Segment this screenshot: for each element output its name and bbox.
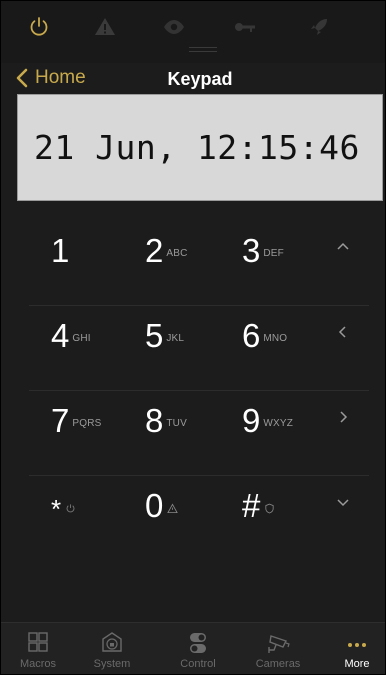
key-7[interactable]: 7 PQRS bbox=[51, 391, 102, 437]
drag-handle[interactable] bbox=[189, 47, 217, 52]
key-6[interactable]: 6 MNO bbox=[242, 306, 287, 352]
warning-icon bbox=[167, 503, 179, 514]
key-star[interactable]: * bbox=[51, 476, 76, 522]
chevron-up-icon[interactable] bbox=[331, 235, 355, 259]
tab-control[interactable]: Control bbox=[167, 623, 229, 674]
chevron-down-icon[interactable] bbox=[331, 490, 355, 514]
power-icon[interactable] bbox=[27, 15, 51, 39]
key-5[interactable]: 5 JKL bbox=[145, 306, 184, 352]
grid-icon bbox=[28, 632, 48, 652]
keypad: 1 2 ABC 3 DEF 4 GHI 5 JKL 6 MNO 7 PQRS 8 TUV 9W… bbox=[29, 221, 369, 560]
key-2[interactable]: 2 ABC bbox=[145, 221, 188, 267]
keypad-row: 7 PQRS 8 TUV 9 WXYZ bbox=[29, 391, 369, 476]
keypad-row: * 0 # bbox=[29, 476, 369, 560]
rocket-icon[interactable] bbox=[307, 15, 331, 39]
camera-icon bbox=[268, 635, 290, 653]
tab-system[interactable]: System bbox=[81, 623, 143, 674]
key-4[interactable]: 4 GHI bbox=[51, 306, 91, 352]
toggle-icon bbox=[190, 633, 206, 653]
key-8[interactable]: 8 TUV bbox=[145, 391, 187, 437]
eye-icon[interactable] bbox=[162, 15, 186, 39]
app-frame: Home Keypad 21 Jun, 12:15:46 1 2 ABC 3 DEF… bbox=[0, 0, 386, 675]
keypad-display: 21 Jun, 12:15:46 bbox=[17, 94, 383, 201]
chevron-right-icon[interactable] bbox=[331, 405, 355, 429]
key-0[interactable]: 0 bbox=[145, 476, 179, 522]
house-lock-icon bbox=[102, 632, 122, 652]
key-icon[interactable] bbox=[233, 15, 257, 39]
warning-icon[interactable] bbox=[93, 15, 117, 39]
status-bar bbox=[1, 1, 385, 63]
keypad-row: 4 GHI 5 JKL 6 MNO bbox=[29, 306, 369, 391]
chevron-left-icon[interactable] bbox=[331, 320, 355, 344]
display-text: 21 Jun, 12:15:46 bbox=[34, 128, 360, 167]
key-3[interactable]: 3 DEF bbox=[242, 221, 284, 267]
key-hash[interactable]: # bbox=[242, 476, 275, 522]
tab-more[interactable]: More bbox=[326, 623, 385, 674]
shield-icon bbox=[265, 503, 274, 514]
more-dots-icon bbox=[348, 643, 366, 647]
power-icon bbox=[66, 504, 75, 513]
nav-bar: Home Keypad bbox=[1, 63, 385, 93]
key-9[interactable]: 9 WXYZ bbox=[242, 391, 293, 437]
key-1[interactable]: 1 bbox=[51, 221, 69, 267]
tab-bar: Macros System Control Cameras More bbox=[1, 622, 385, 674]
keypad-row: 1 2 ABC 3 DEF bbox=[29, 221, 369, 306]
page-title: Keypad bbox=[167, 69, 233, 89]
tab-cameras[interactable]: Cameras bbox=[247, 623, 309, 674]
tab-macros[interactable]: Macros bbox=[7, 623, 69, 674]
